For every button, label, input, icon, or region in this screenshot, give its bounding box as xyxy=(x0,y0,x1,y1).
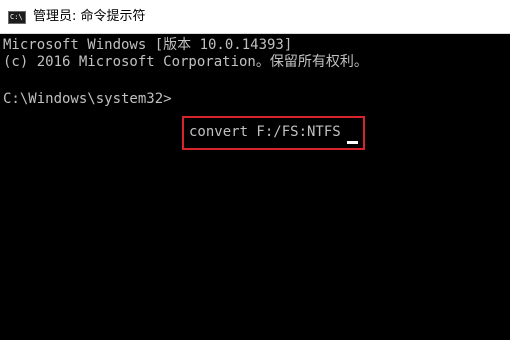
cmd-icon: C:\ xyxy=(8,11,26,24)
command-prompt: C:\Windows\system32> xyxy=(3,91,172,107)
cmd-icon-label: C:\ xyxy=(10,13,23,21)
title-bar[interactable]: C:\ 管理员: 命令提示符 xyxy=(0,0,510,34)
command-input[interactable]: convert F:/FS:NTFS xyxy=(189,124,341,141)
copyright-line: (c) 2016 Microsoft Corporation。保留所有权利。 xyxy=(3,54,368,70)
cmd-window: C:\ 管理员: 命令提示符 Microsoft Windows [版本 10.… xyxy=(0,0,510,340)
window-title: 管理员: 命令提示符 xyxy=(33,9,146,24)
console-area[interactable]: Microsoft Windows [版本 10.0.14393] (c) 20… xyxy=(0,34,510,340)
version-line: Microsoft Windows [版本 10.0.14393] xyxy=(3,37,293,53)
text-cursor xyxy=(347,141,358,144)
command-highlight-box: convert F:/FS:NTFS xyxy=(182,116,365,150)
